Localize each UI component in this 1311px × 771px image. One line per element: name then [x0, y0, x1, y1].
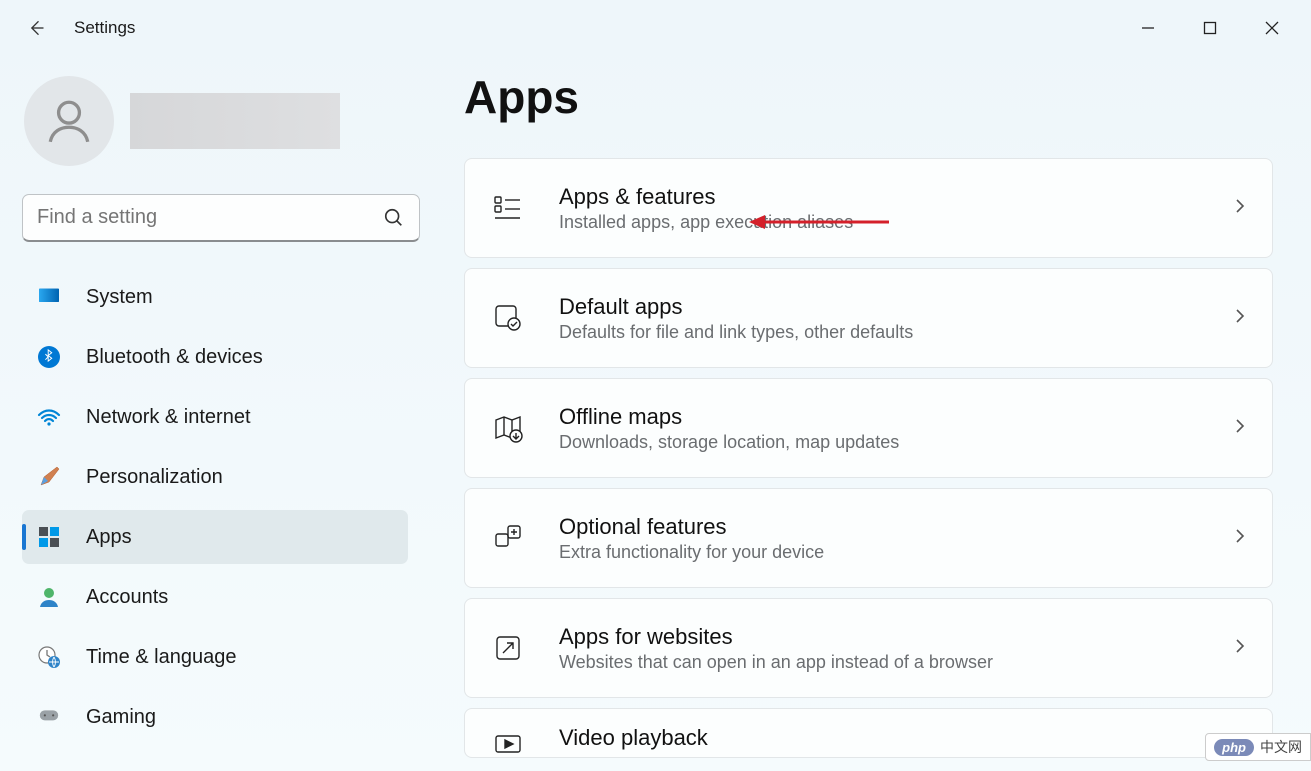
bluetooth-icon: [36, 344, 62, 370]
sidebar-item-bluetooth[interactable]: Bluetooth & devices: [22, 330, 408, 384]
titlebar: Settings: [0, 0, 1311, 56]
sidebar-item-label: Apps: [86, 526, 132, 549]
sidebar-item-time-language[interactable]: Time & language: [22, 630, 408, 684]
display-icon: [36, 284, 62, 310]
profile-section[interactable]: [24, 76, 408, 166]
sidebar-item-accounts[interactable]: Accounts: [22, 570, 408, 624]
watermark-text: 中文网: [1260, 737, 1302, 757]
video-icon: [489, 725, 527, 758]
sidebar-item-label: Time & language: [86, 646, 236, 669]
sidebar: System Bluetooth & devices Network & int…: [0, 56, 430, 771]
sidebar-item-network[interactable]: Network & internet: [22, 390, 408, 444]
search-box[interactable]: [22, 194, 420, 242]
card-title: Optional features: [559, 514, 824, 540]
apps-list-icon: [489, 189, 527, 227]
sidebar-item-label: Gaming: [86, 706, 156, 729]
card-desc: Downloads, storage location, map updates: [559, 432, 899, 453]
card-title: Apps for websites: [559, 624, 993, 650]
card-title: Apps & features: [559, 184, 853, 210]
watermark-badge: php: [1214, 739, 1254, 756]
card-apps-websites[interactable]: Apps for websites Websites that can open…: [464, 598, 1273, 698]
person-icon: [36, 584, 62, 610]
avatar: [24, 76, 114, 166]
chevron-right-icon: [1232, 198, 1248, 219]
card-desc: Installed apps, app execution aliases: [559, 212, 853, 233]
card-title: Offline maps: [559, 404, 899, 430]
card-video-playback[interactable]: Video playback: [464, 708, 1273, 758]
sidebar-item-gaming[interactable]: Gaming: [22, 690, 408, 744]
back-button[interactable]: [16, 8, 56, 48]
sidebar-item-label: Personalization: [86, 466, 223, 489]
brush-icon: [36, 464, 62, 490]
search-icon: [383, 207, 405, 229]
card-apps-features[interactable]: Apps & features Installed apps, app exec…: [464, 158, 1273, 258]
sidebar-item-label: Network & internet: [86, 406, 251, 429]
maximize-button[interactable]: [1179, 8, 1241, 48]
card-title: Default apps: [559, 294, 913, 320]
optional-features-icon: [489, 519, 527, 557]
chevron-right-icon: [1232, 528, 1248, 549]
user-icon: [44, 96, 94, 146]
chevron-right-icon: [1232, 308, 1248, 329]
search-input[interactable]: [37, 206, 383, 229]
sidebar-item-label: Accounts: [86, 586, 168, 609]
card-desc: Websites that can open in an app instead…: [559, 652, 993, 673]
card-optional-features[interactable]: Optional features Extra functionality fo…: [464, 488, 1273, 588]
window-controls: [1117, 8, 1303, 48]
main-content: Apps Apps & features Installed apps, app…: [430, 56, 1311, 771]
card-offline-maps[interactable]: Offline maps Downloads, storage location…: [464, 378, 1273, 478]
sidebar-item-system[interactable]: System: [22, 270, 408, 324]
sidebar-item-apps[interactable]: Apps: [22, 510, 408, 564]
minimize-button[interactable]: [1117, 8, 1179, 48]
map-icon: [489, 409, 527, 447]
sidebar-item-personalization[interactable]: Personalization: [22, 450, 408, 504]
sidebar-item-label: System: [86, 286, 153, 309]
app-title: Settings: [74, 18, 135, 38]
back-arrow-icon: [26, 18, 46, 38]
gamepad-icon: [36, 704, 62, 730]
card-desc: Defaults for file and link types, other …: [559, 322, 913, 343]
wifi-icon: [36, 404, 62, 430]
card-title: Video playback: [559, 725, 708, 751]
user-name-redacted: [130, 93, 340, 149]
clock-globe-icon: [36, 644, 62, 670]
card-default-apps[interactable]: Default apps Defaults for file and link …: [464, 268, 1273, 368]
default-apps-icon: [489, 299, 527, 337]
sidebar-item-label: Bluetooth & devices: [86, 346, 263, 369]
card-desc: Extra functionality for your device: [559, 542, 824, 563]
apps-websites-icon: [489, 629, 527, 667]
chevron-right-icon: [1232, 418, 1248, 439]
close-button[interactable]: [1241, 8, 1303, 48]
chevron-right-icon: [1232, 638, 1248, 659]
apps-icon: [36, 524, 62, 550]
watermark: php 中文网: [1205, 733, 1311, 761]
page-title: Apps: [464, 70, 1273, 124]
